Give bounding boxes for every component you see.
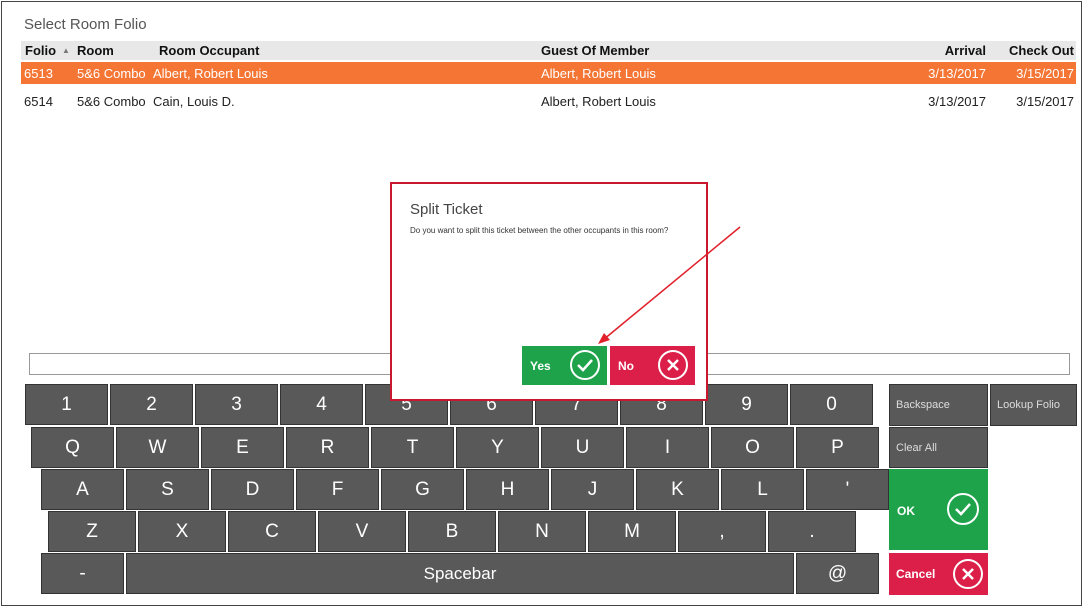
annotation-arrow [598,226,741,344]
